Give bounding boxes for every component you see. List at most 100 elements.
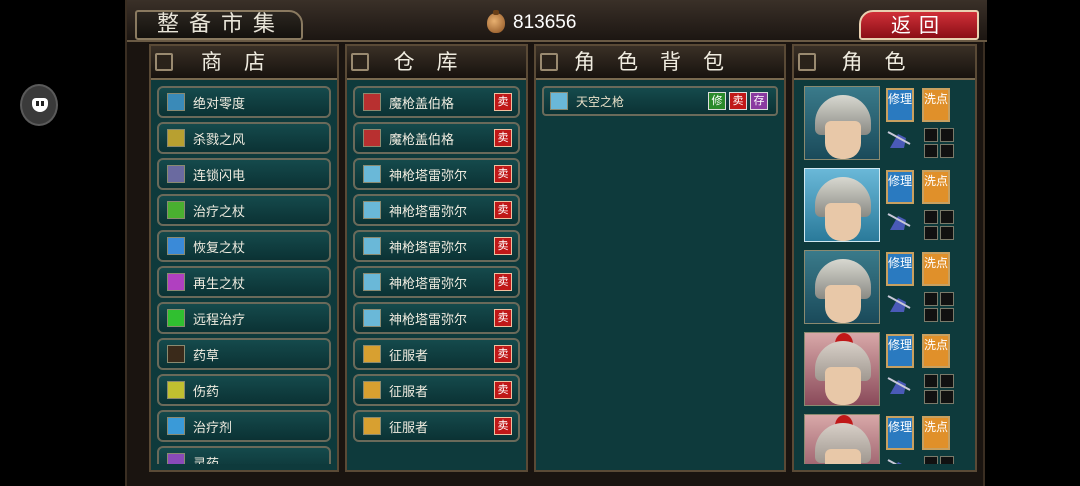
spear-icon — [363, 309, 381, 327]
equipment-slot[interactable] — [924, 292, 938, 306]
sell-button[interactable]: 卖 — [494, 237, 512, 255]
sell-button[interactable]: 卖 — [494, 345, 512, 363]
sell-button[interactable]: 卖 — [494, 201, 512, 219]
face — [825, 367, 861, 405]
shop-item[interactable]: 恢复之杖 — [157, 230, 331, 262]
potion-icon — [167, 381, 185, 399]
sell-button[interactable]: 卖 — [494, 165, 512, 183]
item-label: 治疗之杖 — [193, 204, 246, 220]
axe-icon — [363, 381, 381, 399]
shop-item[interactable]: 灵药 — [157, 446, 331, 464]
warehouse-item[interactable]: 神枪塔雷弥尔 卖 — [353, 266, 520, 298]
warehouse-item[interactable]: 魔枪盖伯格 卖 — [353, 86, 520, 118]
shop-item[interactable]: 药草 — [157, 338, 331, 370]
equipment-slot[interactable] — [924, 210, 938, 224]
role-list[interactable]: 修理 洗点 修理 洗点 修理 洗点 修理 洗点 修理 洗点 — [800, 84, 969, 464]
unit-sprite-icon — [886, 456, 912, 464]
role-entry: 修理 洗点 — [800, 166, 969, 246]
shop-item[interactable]: 再生之杖 — [157, 266, 331, 298]
equipment-slot[interactable] — [924, 456, 938, 464]
character-portrait[interactable] — [804, 168, 880, 242]
equipment-slot[interactable] — [940, 226, 954, 240]
warehouse-item[interactable]: 神枪塔雷弥尔 卖 — [353, 158, 520, 190]
bag-list[interactable]: 天空之枪 修卖存 — [542, 86, 778, 464]
sell-button[interactable]: 卖 — [729, 92, 747, 110]
equipment-slot[interactable] — [940, 456, 954, 464]
warehouse-item[interactable]: 征服者 卖 — [353, 374, 520, 406]
warehouse-item[interactable]: 魔枪盖伯格 卖 — [353, 122, 520, 154]
ice-skill-icon — [167, 93, 185, 111]
reset-points-button[interactable]: 洗点 — [922, 252, 950, 286]
lightning-skill-icon — [167, 165, 185, 183]
elixir-icon — [167, 453, 185, 464]
equipment-slot[interactable] — [924, 308, 938, 322]
item-label: 魔枪盖伯格 — [389, 132, 455, 148]
shop-item[interactable]: 治疗剂 — [157, 410, 331, 442]
shop-item[interactable]: 连锁闪电 — [157, 158, 331, 190]
shop-item[interactable]: 绝对零度 — [157, 86, 331, 118]
character-portrait[interactable] — [804, 86, 880, 160]
reset-points-button[interactable]: 洗点 — [922, 334, 950, 368]
equipment-slot[interactable] — [940, 144, 954, 158]
floating-assistant-button[interactable] — [20, 84, 58, 126]
sell-button[interactable]: 卖 — [494, 93, 512, 111]
equipment-slot[interactable] — [924, 128, 938, 142]
character-portrait[interactable] — [804, 332, 880, 406]
warehouse-item[interactable]: 征服者 卖 — [353, 410, 520, 442]
equipment-slot[interactable] — [940, 374, 954, 388]
sell-button[interactable]: 卖 — [494, 417, 512, 435]
shop-panel: 商店 绝对零度 杀戮之风 连锁闪电 治疗之杖 恢复之杖 再生之杖 远程治疗 药草 伤药 治疗剂 灵药 — [149, 44, 339, 472]
sell-button[interactable]: 卖 — [494, 309, 512, 327]
unit-sprite-icon — [886, 210, 912, 236]
character-portrait[interactable] — [804, 414, 880, 464]
equipment-slot[interactable] — [940, 308, 954, 322]
shop-item[interactable]: 伤药 — [157, 374, 331, 406]
sell-button[interactable]: 卖 — [494, 381, 512, 399]
equipment-slot[interactable] — [940, 390, 954, 404]
bag-item-actions: 修卖存 — [708, 92, 768, 110]
store-button[interactable]: 存 — [750, 92, 768, 110]
herb-icon — [167, 345, 185, 363]
warehouse-item[interactable]: 神枪塔雷弥尔 卖 — [353, 230, 520, 262]
back-button[interactable]: 返回 — [859, 10, 979, 40]
equipment-slot[interactable] — [924, 374, 938, 388]
bag-item[interactable]: 天空之枪 修卖存 — [542, 86, 778, 116]
repair-button[interactable]: 修 — [708, 92, 726, 110]
warehouse-item[interactable]: 神枪塔雷弥尔 卖 — [353, 302, 520, 334]
repair-button[interactable]: 修理 — [886, 252, 914, 286]
shop-item[interactable]: 远程治疗 — [157, 302, 331, 334]
shop-list[interactable]: 绝对零度杀戮之风连锁闪电治疗之杖恢复之杖再生之杖远程治疗药草伤药治疗剂灵药 — [157, 86, 331, 464]
reset-points-button[interactable]: 洗点 — [922, 416, 950, 450]
sell-button[interactable]: 卖 — [494, 273, 512, 291]
equipment-slot[interactable] — [940, 210, 954, 224]
equipment-slot[interactable] — [940, 128, 954, 142]
item-label: 灵药 — [193, 456, 220, 465]
equipment-slot[interactable] — [940, 292, 954, 306]
warehouse-item[interactable]: 神枪塔雷弥尔 卖 — [353, 194, 520, 226]
face — [825, 203, 861, 241]
equipment-slot[interactable] — [924, 226, 938, 240]
sell-button[interactable]: 卖 — [494, 129, 512, 147]
repair-button[interactable]: 修理 — [886, 170, 914, 204]
equipment-slots — [924, 292, 954, 322]
page-title: 整备市集 — [135, 10, 303, 40]
repair-button[interactable]: 修理 — [886, 88, 914, 122]
item-label: 治疗剂 — [193, 420, 233, 436]
item-label: 天空之枪 — [576, 94, 625, 109]
item-label: 杀戮之风 — [193, 132, 246, 148]
spear-icon — [550, 92, 568, 110]
warehouse-item[interactable]: 征服者 卖 — [353, 338, 520, 370]
money-bag-icon — [487, 10, 505, 33]
repair-button[interactable]: 修理 — [886, 416, 914, 450]
character-portrait[interactable] — [804, 250, 880, 324]
equipment-slot[interactable] — [924, 390, 938, 404]
game-screen: 整备市集 813656 返回 商店 绝对零度 杀戮之风 连锁闪电 治疗之杖 恢复之杖 再生… — [125, 0, 987, 486]
item-label: 恢复之杖 — [193, 240, 246, 256]
equipment-slot[interactable] — [924, 144, 938, 158]
warehouse-list[interactable]: 魔枪盖伯格卖魔枪盖伯格卖神枪塔雷弥尔卖神枪塔雷弥尔卖神枪塔雷弥尔卖神枪塔雷弥尔卖… — [353, 86, 520, 464]
shop-item[interactable]: 杀戮之风 — [157, 122, 331, 154]
reset-points-button[interactable]: 洗点 — [922, 88, 950, 122]
reset-points-button[interactable]: 洗点 — [922, 170, 950, 204]
shop-item[interactable]: 治疗之杖 — [157, 194, 331, 226]
repair-button[interactable]: 修理 — [886, 334, 914, 368]
